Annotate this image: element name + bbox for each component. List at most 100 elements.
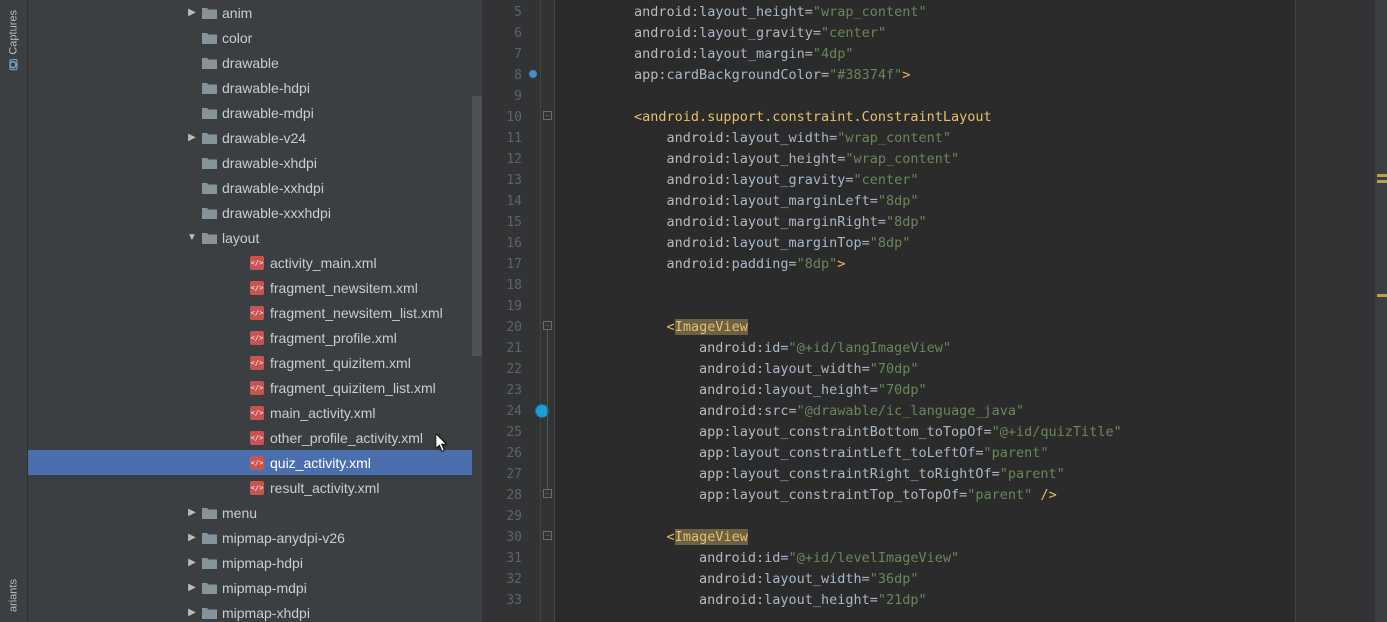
line-number[interactable]: 19 [483,296,522,317]
line-number[interactable]: 16 [483,233,522,254]
tree-file[interactable]: fragment_newsitem.xml [28,275,482,300]
code-line[interactable]: android:src="@drawable/ic_language_java" [569,401,1295,422]
code-line[interactable]: android:layout_gravity="center" [569,23,1295,44]
tree-file[interactable]: fragment_newsitem_list.xml [28,300,482,325]
code-line[interactable]: android:layout_gravity="center" [569,170,1295,191]
line-number[interactable]: 28 [483,485,522,506]
expand-arrow-icon[interactable]: ▶ [184,582,200,593]
line-number[interactable]: 33 [483,590,522,611]
line-number[interactable]: 24 [483,401,522,422]
line-number[interactable]: 7 [483,44,522,65]
tree-folder[interactable]: ▶mipmap-anydpi-v26 [28,525,482,550]
code-line[interactable]: <ImageView [569,527,1295,548]
code-line[interactable]: android:layout_width="36dp" [569,569,1295,590]
line-number[interactable]: 15 [483,212,522,233]
line-number[interactable]: 5 [483,2,522,23]
expand-arrow-icon[interactable]: ▶ [184,7,200,18]
tree-file[interactable]: result_activity.xml [28,475,482,500]
code-line[interactable]: android:id="@+id/levelImageView" [569,548,1295,569]
code-editor[interactable]: 5678910111213141516171819202122232425262… [483,0,1387,622]
tree-file[interactable]: fragment_quizitem.xml [28,350,482,375]
line-number[interactable]: 11 [483,128,522,149]
tree-file[interactable]: activity_main.xml [28,250,482,275]
code-line[interactable]: android:layout_height="wrap_content" [569,2,1295,23]
line-number[interactable]: 25 [483,422,522,443]
line-number[interactable]: 14 [483,191,522,212]
line-number[interactable]: 27 [483,464,522,485]
line-number[interactable]: 9 [483,86,522,107]
line-number[interactable]: 17 [483,254,522,275]
line-number[interactable]: 29 [483,506,522,527]
tree-folder[interactable]: drawable-xxhdpi [28,175,482,200]
expand-arrow-icon[interactable]: ▶ [184,557,200,568]
code-line[interactable]: android:layout_marginRight="8dp" [569,212,1295,233]
code-line[interactable]: app:layout_constraintLeft_toLeftOf="pare… [569,443,1295,464]
line-number-gutter[interactable]: 5678910111213141516171819202122232425262… [483,0,541,622]
tree-folder[interactable]: color [28,25,482,50]
line-number[interactable]: 8 [483,65,522,86]
tree-scrollbar[interactable] [472,0,482,622]
code-line[interactable]: android:padding="8dp"> [569,254,1295,275]
code-line[interactable] [569,86,1295,107]
expand-arrow-icon[interactable]: ▶ [184,532,200,543]
tree-file[interactable]: fragment_profile.xml [28,325,482,350]
tree-folder[interactable]: ▶menu [28,500,482,525]
code-line[interactable]: android:layout_height="wrap_content" [569,149,1295,170]
code-line[interactable]: app:layout_constraintTop_toTopOf="parent… [569,485,1295,506]
line-number[interactable]: 30 [483,527,522,548]
error-marker-strip[interactable] [1375,0,1387,622]
line-number[interactable]: 26 [483,443,522,464]
code-line[interactable]: app:layout_constraintBottom_toTopOf="@+i… [569,422,1295,443]
line-number[interactable]: 32 [483,569,522,590]
tree-folder[interactable]: ▶mipmap-hdpi [28,550,482,575]
line-number[interactable]: 13 [483,170,522,191]
tree-folder[interactable]: ▶drawable-v24 [28,125,482,150]
fold-toggle-icon[interactable]: − [543,489,552,498]
code-line[interactable]: <android.support.constraint.ConstraintLa… [569,107,1295,128]
tree-scrollbar-thumb[interactable] [472,96,482,356]
code-line[interactable]: android:layout_height="70dp" [569,380,1295,401]
expand-arrow-icon[interactable]: ▶ [184,607,200,618]
warning-marker[interactable] [1377,174,1387,177]
code-line[interactable]: android:layout_margin="4dp" [569,44,1295,65]
line-number[interactable]: 6 [483,23,522,44]
line-number[interactable]: 23 [483,380,522,401]
code-line[interactable]: android:layout_marginTop="8dp" [569,233,1295,254]
code-line[interactable]: android:id="@+id/langImageView" [569,338,1295,359]
code-line[interactable] [569,506,1295,527]
tree-folder[interactable]: ▶mipmap-mdpi [28,575,482,600]
code-line[interactable]: android:layout_marginLeft="8dp" [569,191,1295,212]
code-area[interactable]: android:layout_height="wrap_content" and… [555,0,1295,622]
code-line[interactable]: app:layout_constraintRight_toRightOf="pa… [569,464,1295,485]
tree-file[interactable]: main_activity.xml [28,400,482,425]
expand-arrow-icon[interactable]: ▼ [184,232,200,243]
code-line[interactable]: android:layout_width="70dp" [569,359,1295,380]
warning-marker[interactable] [1377,294,1387,297]
tree-folder[interactable]: drawable-mdpi [28,100,482,125]
expand-arrow-icon[interactable]: ▶ [184,507,200,518]
fold-toggle-icon[interactable]: − [543,111,552,120]
code-line[interactable]: android:layout_width="wrap_content" [569,128,1295,149]
expand-arrow-icon[interactable]: ▶ [184,132,200,143]
code-line[interactable] [569,296,1295,317]
line-number[interactable]: 18 [483,275,522,296]
line-number[interactable]: 10 [483,107,522,128]
tree-folder[interactable]: drawable-hdpi [28,75,482,100]
build-variants-tool-tab[interactable]: ariants [0,573,27,618]
tree-file[interactable]: fragment_quizitem_list.xml [28,375,482,400]
line-number[interactable]: 31 [483,548,522,569]
code-line[interactable]: android:layout_height="21dp" [569,590,1295,611]
tree-folder[interactable]: drawable-xxxhdpi [28,200,482,225]
code-line[interactable] [569,275,1295,296]
tree-folder[interactable]: ▶mipmap-xhdpi [28,600,482,622]
warning-marker[interactable] [1377,180,1387,183]
fold-gutter[interactable]: − − − − [541,0,555,622]
tree-file[interactable]: quiz_activity.xml [28,450,482,475]
fold-toggle-icon[interactable]: − [543,531,552,540]
line-number[interactable]: 22 [483,359,522,380]
line-number[interactable]: 20 [483,317,522,338]
gutter-hint-icon[interactable] [529,70,537,78]
project-tree-panel[interactable]: ▶animcolordrawabledrawable-hdpidrawable-… [28,0,483,622]
fold-toggle-icon[interactable]: − [543,321,552,330]
code-line[interactable]: <ImageView [569,317,1295,338]
